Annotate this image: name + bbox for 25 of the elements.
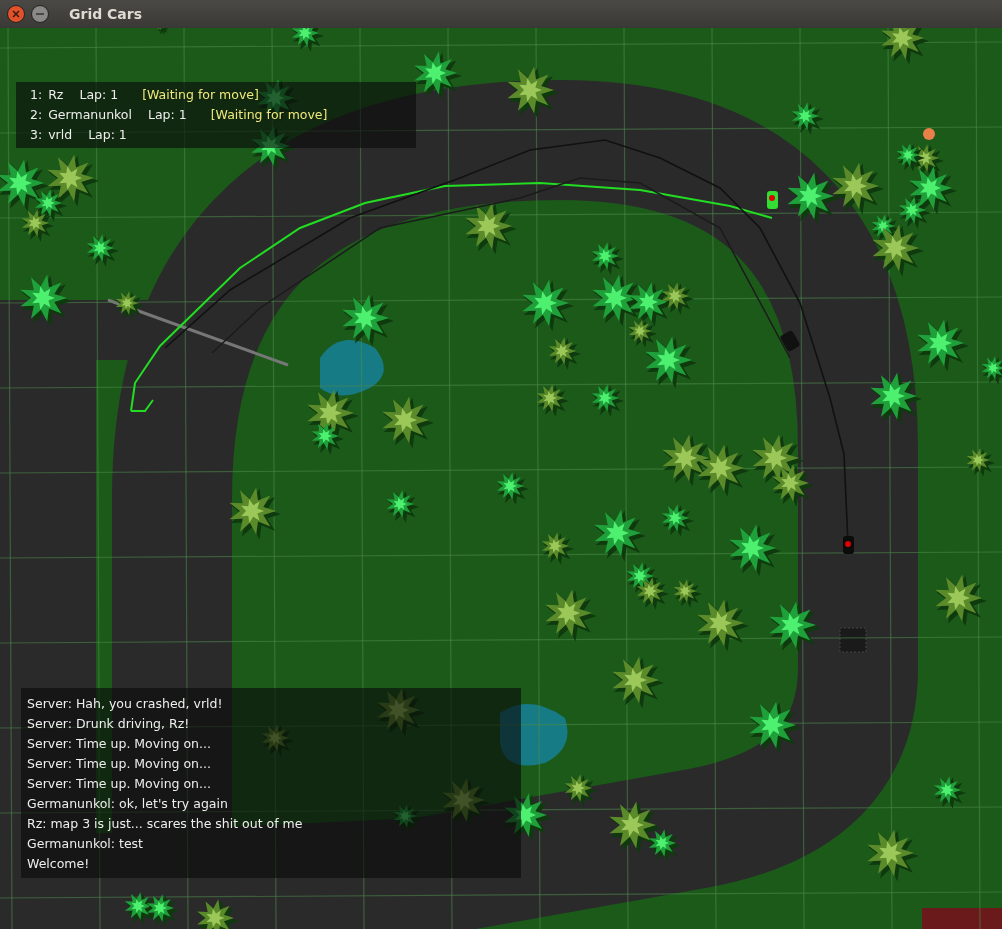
player-status: [Waiting for move] — [210, 106, 328, 122]
player-rank: 1: — [30, 86, 43, 102]
chat-message: Server: Time up. Moving on... — [27, 755, 212, 773]
player-name: Germanunkol — [48, 106, 132, 122]
player-lap: Lap: 1 — [79, 86, 119, 102]
chat-message: Server: Time up. Moving on... — [27, 775, 212, 793]
chat-message: Server: Time up. Moving on... — [27, 735, 212, 753]
chat-message: Server: Hah, you crashed, vrld! — [27, 695, 224, 713]
chat-message: Welcome! — [27, 855, 91, 873]
player-name: Rz — [48, 86, 64, 102]
player-lap: Lap: 1 — [148, 106, 187, 122]
minimize-icon — [36, 13, 44, 15]
chat-message: Germanunkol: test — [27, 835, 144, 853]
player-rank: 2: — [30, 106, 43, 122]
chat-message: Rz: map 3 is just... scares the shit out of me — [27, 815, 304, 833]
window-title: Grid Cars — [69, 6, 143, 22]
player-rank: 3: — [30, 126, 43, 142]
player-lap: Lap: 1 — [88, 126, 127, 142]
chat-message: Germanunkol: ok, let's try again — [27, 795, 229, 813]
player-name: vrld — [48, 126, 73, 142]
close-button[interactable] — [7, 5, 25, 23]
minimize-button[interactable] — [31, 5, 49, 23]
player-status: [Waiting for move] — [142, 86, 259, 102]
close-icon — [12, 10, 20, 18]
chat-message: Server: Drunk driving, Rz! — [27, 715, 191, 733]
